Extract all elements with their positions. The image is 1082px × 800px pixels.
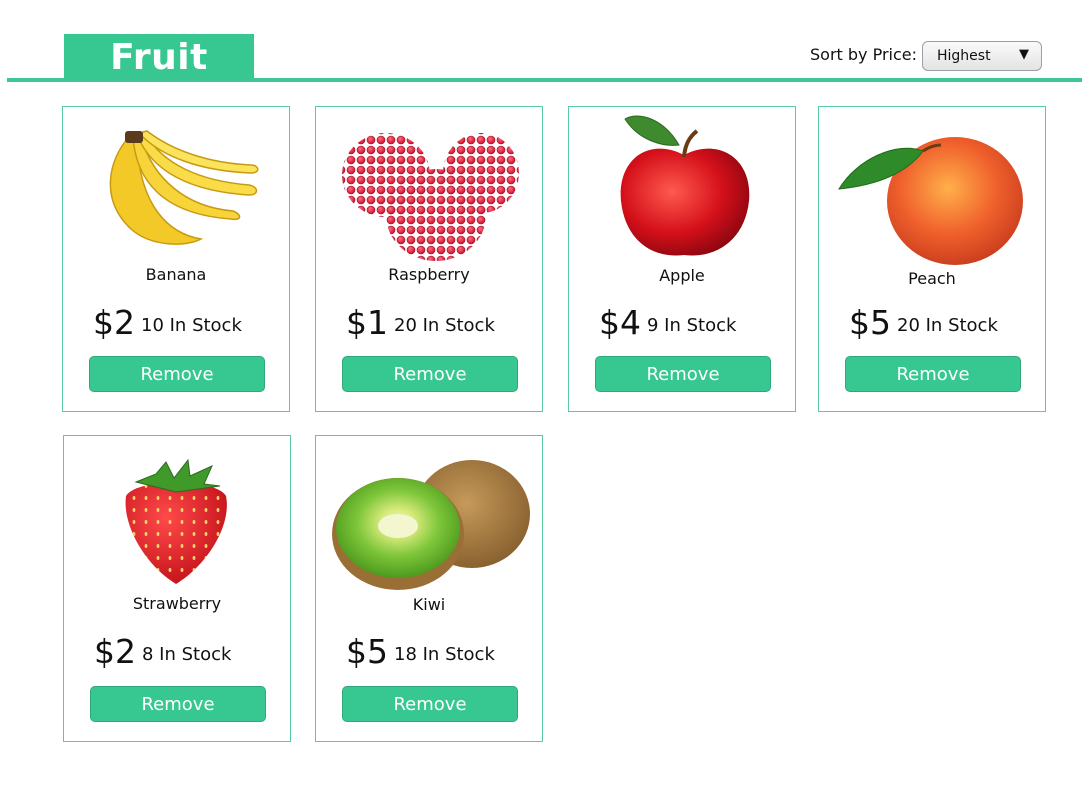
remove-button[interactable]: Remove — [342, 356, 518, 392]
product-name: Apple — [659, 266, 705, 285]
product-name: Peach — [908, 269, 956, 288]
logo: Fruit — [64, 34, 254, 79]
price-value: $4 — [599, 303, 641, 342]
raspberry-image — [342, 133, 519, 261]
remove-button[interactable]: Remove — [595, 356, 771, 392]
price-value: $5 — [346, 632, 388, 671]
sort-select[interactable]: Highest ▼ — [922, 41, 1042, 71]
price-value: $5 — [849, 303, 891, 342]
sort-selected-value: Highest — [937, 48, 991, 64]
apple-image — [620, 115, 750, 256]
product-price: $5 20 In Stock — [849, 305, 998, 344]
kiwi-image — [332, 460, 530, 590]
product-card-kiwi: Kiwi $5 18 In Stock Remove — [315, 435, 543, 742]
remove-button[interactable]: Remove — [845, 356, 1021, 392]
price-value: $2 — [93, 303, 135, 342]
strawberry-image — [125, 458, 227, 584]
stock-count: 20 In Stock — [394, 315, 495, 336]
product-name: Raspberry — [388, 265, 470, 284]
price-value: $1 — [346, 303, 388, 342]
header-divider — [7, 78, 1082, 82]
sort-label: Sort by Price: — [810, 45, 918, 64]
product-card-peach: Peach $5 20 In Stock Remove — [818, 106, 1046, 412]
product-card-apple: Apple $4 9 In Stock Remove — [568, 106, 796, 412]
banana-image — [109, 130, 259, 245]
product-price: $4 9 In Stock — [599, 305, 736, 344]
product-price: $2 8 In Stock — [94, 634, 231, 673]
product-price: $5 18 In Stock — [346, 634, 495, 673]
remove-button[interactable]: Remove — [89, 356, 265, 392]
chevron-down-icon: ▼ — [1019, 47, 1029, 62]
peach-image — [838, 137, 1023, 265]
stock-count: 9 In Stock — [647, 315, 737, 336]
stock-count: 18 In Stock — [394, 644, 495, 665]
product-card-raspberry: Raspberry $1 20 In Stock Remove — [315, 106, 543, 412]
product-name: Kiwi — [412, 595, 446, 614]
price-value: $2 — [94, 632, 136, 671]
product-price: $1 20 In Stock — [346, 305, 495, 344]
remove-button[interactable]: Remove — [90, 686, 266, 722]
product-price: $2 10 In Stock — [93, 305, 242, 344]
product-name: Strawberry — [132, 594, 222, 613]
stock-count: 10 In Stock — [141, 315, 242, 336]
stock-count: 20 In Stock — [897, 315, 998, 336]
product-name: Banana — [145, 265, 207, 284]
product-card-banana: Banana $2 10 In Stock Remove — [62, 106, 290, 412]
stock-count: 8 In Stock — [142, 644, 232, 665]
remove-button[interactable]: Remove — [342, 686, 518, 722]
product-card-strawberry: Strawberry $2 8 In Stock Remove — [63, 435, 291, 742]
